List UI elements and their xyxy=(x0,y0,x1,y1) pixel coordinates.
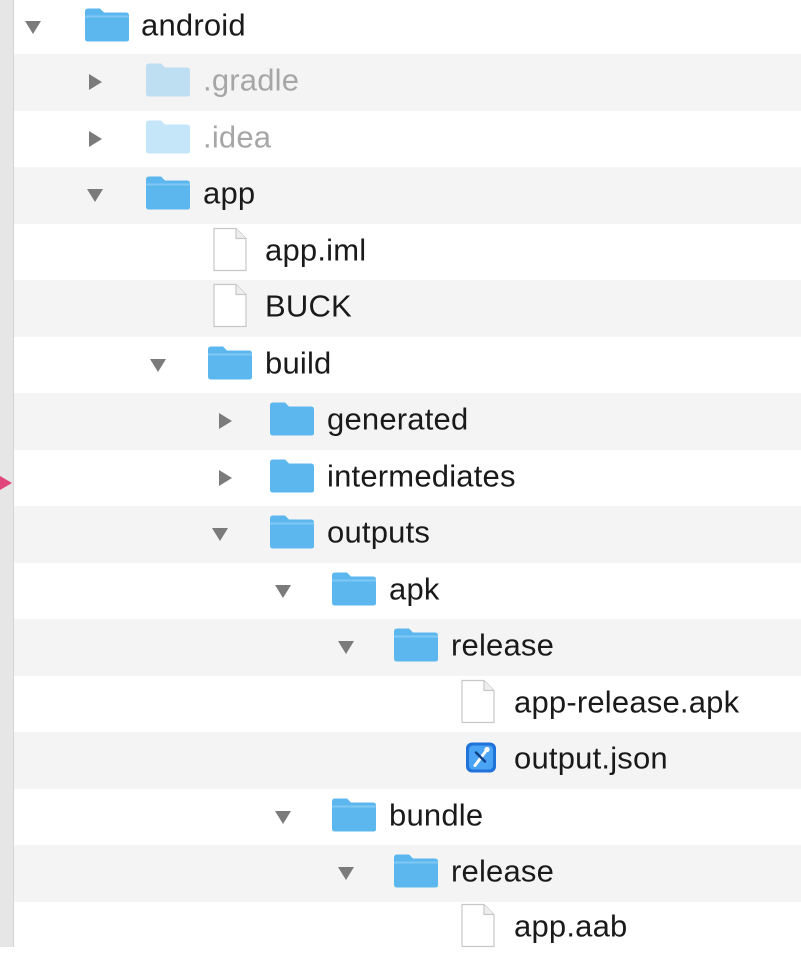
tree-row-label: .gradle xyxy=(203,62,300,98)
folder-icon xyxy=(269,514,315,555)
folder-icon xyxy=(393,627,439,668)
tree-row-label: app xyxy=(203,175,256,211)
tree-row-gradle[interactable]: .gradle xyxy=(14,54,801,111)
document-icon xyxy=(460,679,496,728)
tree-row-label: output.json xyxy=(514,740,668,776)
file-tree: android .gradle .idea app app.iml BUCK b… xyxy=(14,0,801,955)
triangle-down-icon[interactable] xyxy=(337,638,355,656)
sidebar-gutter xyxy=(0,0,14,947)
tree-row-build[interactable]: build xyxy=(14,337,801,394)
folder-icon xyxy=(145,62,191,103)
folder-icon xyxy=(269,401,315,442)
tree-row-label: android xyxy=(141,7,246,43)
tree-row-apk-release[interactable]: release xyxy=(14,619,801,676)
folder-icon xyxy=(393,853,439,894)
document-icon xyxy=(212,284,248,333)
tree-row-label: apk xyxy=(389,571,440,607)
document-icon xyxy=(460,903,496,953)
folder-icon xyxy=(269,457,315,498)
tree-row-label: .idea xyxy=(203,119,272,155)
triangle-down-icon[interactable] xyxy=(24,18,42,36)
tree-row-app-iml[interactable]: app.iml xyxy=(14,224,801,281)
tree-row-android[interactable]: android xyxy=(14,0,801,54)
tree-row-intermediates[interactable]: intermediates xyxy=(14,450,801,507)
tree-row-label: outputs xyxy=(327,514,431,550)
triangle-down-icon[interactable] xyxy=(274,582,292,600)
tree-row-label: build xyxy=(265,345,332,381)
tree-row-label: release xyxy=(451,627,555,663)
tree-row-label: generated xyxy=(327,401,469,437)
folder-icon xyxy=(331,796,377,837)
folder-icon xyxy=(145,175,191,216)
document-icon xyxy=(212,227,248,276)
triangle-down-icon[interactable] xyxy=(337,864,355,882)
triangle-right-icon[interactable] xyxy=(216,412,234,430)
tree-row-app-release-apk[interactable]: app-release.apk xyxy=(14,676,801,733)
triangle-down-icon[interactable] xyxy=(149,356,167,374)
folder-icon xyxy=(207,344,253,385)
tree-row-app[interactable]: app xyxy=(14,167,801,224)
tree-row-label: app.aab xyxy=(514,908,628,944)
triangle-right-icon[interactable] xyxy=(86,73,104,91)
tree-row-outputs[interactable]: outputs xyxy=(14,506,801,563)
triangle-down-icon[interactable] xyxy=(86,186,104,204)
tree-row-label: release xyxy=(451,853,555,889)
tree-row-buck[interactable]: BUCK xyxy=(14,280,801,337)
tree-row-apk[interactable]: apk xyxy=(14,563,801,620)
xcode-json-icon xyxy=(464,741,498,780)
tree-row-label: BUCK xyxy=(265,288,352,324)
folder-icon xyxy=(331,570,377,611)
tree-row-bundle[interactable]: bundle xyxy=(14,789,801,846)
tree-row-label: bundle xyxy=(389,797,484,833)
triangle-down-icon[interactable] xyxy=(274,808,292,826)
folder-icon xyxy=(84,7,130,48)
triangle-right-icon[interactable] xyxy=(86,130,104,148)
tree-row-bundle-release[interactable]: release xyxy=(14,845,801,902)
selection-marker-arrow xyxy=(0,476,12,490)
tree-row-generated[interactable]: generated xyxy=(14,393,801,450)
tree-row-idea[interactable]: .idea xyxy=(14,111,801,168)
tree-row-output-json[interactable]: output.json xyxy=(14,732,801,789)
tree-row-label: app-release.apk xyxy=(514,684,740,720)
folder-icon xyxy=(145,118,191,159)
tree-row-label: intermediates xyxy=(327,458,516,494)
triangle-down-icon[interactable] xyxy=(211,525,229,543)
triangle-right-icon[interactable] xyxy=(216,469,234,487)
tree-row-label: app.iml xyxy=(265,232,367,268)
